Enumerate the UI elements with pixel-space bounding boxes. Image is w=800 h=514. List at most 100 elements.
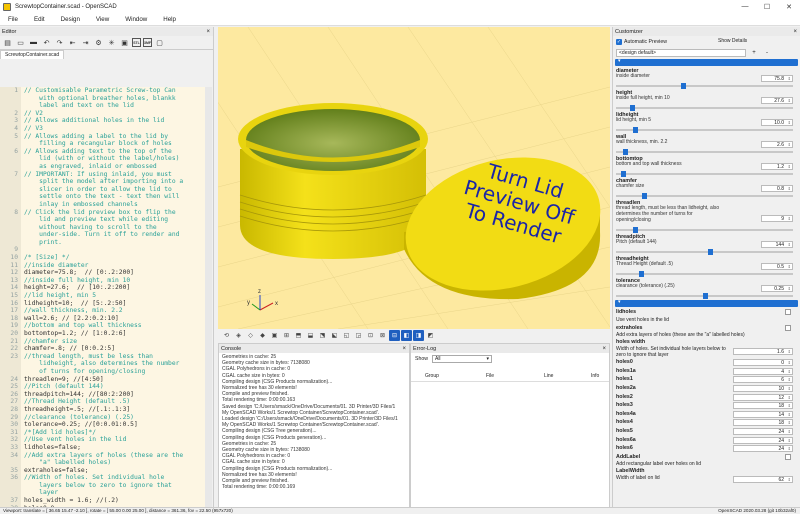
holes3-spinbox[interactable]: 18 — [733, 402, 793, 410]
close-icon[interactable]: × — [206, 29, 213, 35]
section-size-header[interactable] — [615, 58, 798, 66]
view-back-icon[interactable]: ◲ — [353, 330, 364, 341]
code-line[interactable]: 20 bottomtop=1.2; // [1:0.2:6] — [0, 330, 212, 338]
3d-viewport[interactable]: Turn Lid Preview Off To Render x z y — [218, 27, 610, 329]
close-icon[interactable]: ✕ — [778, 0, 800, 13]
code-line[interactable]: 36 //Width of holes. Set individual hole — [0, 474, 212, 482]
automatic-preview-checkbox[interactable]: ✓ — [616, 38, 622, 45]
code-line[interactable]: 6 // Allows adding text to the top of the — [0, 148, 212, 156]
code-line[interactable]: 2 // V2 — [0, 110, 212, 118]
preview-icon[interactable]: ⟲ — [221, 330, 232, 341]
error-filter-select[interactable]: All — [431, 355, 492, 363]
chamfer-spinbox[interactable]: 0.8 — [761, 185, 793, 192]
chamfer-slider[interactable] — [616, 193, 793, 199]
code-line[interactable]: layer — [0, 489, 212, 497]
holes2-spinbox[interactable]: 12 — [733, 393, 793, 401]
code-line[interactable]: 29 //clearance (tolerance) (.25) — [0, 414, 212, 422]
holes4-spinbox[interactable]: 18 — [733, 419, 793, 427]
close-icon[interactable]: × — [602, 346, 609, 352]
code-line[interactable]: 5 // Allows adding a label to the lid by — [0, 133, 212, 141]
zoom-in-icon[interactable]: ◆ — [257, 330, 268, 341]
tolerance-slider[interactable] — [616, 293, 793, 299]
send-to-printer-icon[interactable]: ▢ — [154, 37, 165, 48]
render-icon[interactable]: ◈ — [233, 330, 244, 341]
menu-help[interactable]: Help — [155, 16, 184, 23]
code-line[interactable]: 1 // Customisable Parametric Screw-top Ca… — [0, 87, 212, 95]
section-lid-holes-header[interactable] — [615, 299, 798, 307]
perspective-icon[interactable]: ⊟ — [389, 330, 400, 341]
menu-design[interactable]: Design — [53, 16, 88, 23]
show-details-select[interactable]: Show Details — [716, 37, 788, 45]
code-line[interactable]: 23 //thread length, must be less than — [0, 353, 212, 361]
code-line[interactable]: 33 lidholes=false; — [0, 444, 212, 452]
redo-icon[interactable]: ↷ — [54, 37, 65, 48]
minimize-icon[interactable]: — — [734, 0, 756, 13]
lidheight-slider[interactable] — [616, 127, 793, 133]
view-top-icon[interactable]: ⬓ — [305, 330, 316, 341]
threadheight-spinbox[interactable]: 0.5 — [761, 263, 793, 270]
code-line[interactable]: 28 threadheight=.5; //[.1:.1:3] — [0, 406, 212, 414]
export-icon[interactable]: ▣ — [119, 37, 130, 48]
code-line[interactable]: 16 lidheight=10; // [5:.2:50] — [0, 300, 212, 308]
holes1-spinbox[interactable]: 6 — [733, 376, 793, 384]
view-front-icon[interactable]: ◱ — [341, 330, 352, 341]
code-line[interactable]: 31 /*[Add lid holes]*/ — [0, 429, 212, 437]
threadlen-slider[interactable] — [616, 227, 793, 233]
code-line[interactable]: 11 //inside diameter — [0, 262, 212, 270]
wall-spinbox[interactable]: 2.6 — [761, 141, 793, 148]
zoom-out-icon[interactable]: ▣ — [269, 330, 280, 341]
code-line[interactable]: 14 height=27.6; // [10:.2:200] — [0, 284, 212, 292]
view-bottom-icon[interactable]: ⬔ — [317, 330, 328, 341]
code-line[interactable]: filling a recangular block of holes — [0, 140, 212, 148]
threadheight-slider[interactable] — [616, 271, 793, 277]
labelwidth-spinbox[interactable]: 62 — [733, 476, 793, 484]
save-icon[interactable]: ▬ — [28, 37, 39, 48]
reset-view-icon[interactable]: ⊞ — [281, 330, 292, 341]
addlabel-checkbox[interactable] — [785, 453, 791, 460]
code-line[interactable]: 21 //chamfer size — [0, 338, 212, 346]
code-line[interactable]: "a" labelled holes) — [0, 459, 212, 467]
holes2a-spinbox[interactable]: 10 — [733, 384, 793, 392]
height-slider[interactable] — [616, 105, 793, 111]
bottomtop-slider[interactable] — [616, 171, 793, 177]
code-line[interactable]: 18 wall=2.6; // [2.2:0.2:10] — [0, 315, 212, 323]
code-line[interactable]: 13 //inside full height, min 10 — [0, 277, 212, 285]
code-line[interactable]: 24 threadlen=9; //[4:50] — [0, 376, 212, 384]
lidholes-checkbox[interactable] — [785, 309, 791, 315]
code-line[interactable]: print. — [0, 239, 212, 247]
code-line[interactable]: 9 — [0, 246, 212, 254]
diameter-slider[interactable] — [616, 83, 793, 89]
code-line[interactable]: lid (with or without the label/holes) — [0, 155, 212, 163]
code-line[interactable]: inlay in embossed channels — [0, 201, 212, 209]
editor-scrollbar[interactable] — [205, 87, 212, 514]
remove-preset-button[interactable]: - — [762, 50, 772, 56]
close-icon[interactable]: × — [793, 29, 800, 35]
tab-screwtop-container[interactable]: ScrewtopContainer.scad — [0, 50, 65, 59]
view-center-icon[interactable]: ⊠ — [377, 330, 388, 341]
undo-icon[interactable]: ↶ — [41, 37, 52, 48]
export-stl-button[interactable]: STL — [132, 38, 141, 47]
holes5-spinbox[interactable]: 24 — [733, 427, 793, 435]
render-icon[interactable]: ✳ — [106, 37, 117, 48]
code-line[interactable]: 27 //Thread Height (default .5) — [0, 398, 212, 406]
code-line[interactable]: 12 diameter=75.8; // [0:.2:200] — [0, 269, 212, 277]
code-line[interactable]: lid and preview text while editing — [0, 216, 212, 224]
view-right-icon[interactable]: ⬒ — [293, 330, 304, 341]
extraholes-checkbox[interactable] — [785, 324, 791, 331]
export-3mf-button[interactable]: 3MF — [143, 38, 152, 47]
code-line[interactable]: 30 tolerance=0.25; //[0:0.01:0.5] — [0, 421, 212, 429]
code-line[interactable]: split the model after importing into a — [0, 178, 212, 186]
code-line[interactable]: with optional breather holes, blankk — [0, 95, 212, 103]
code-line[interactable]: 22 chamfer=.8; // [0:0.2:5] — [0, 345, 212, 353]
unindent-icon[interactable]: ⇤ — [67, 37, 78, 48]
holes0-spinbox[interactable]: 0 — [733, 359, 793, 367]
code-line[interactable]: label and text on the lid — [0, 102, 212, 110]
menu-file[interactable]: File — [0, 16, 26, 23]
code-line[interactable]: settle onto the text - text then will — [0, 193, 212, 201]
bottomtop-spinbox[interactable]: 1.2 — [761, 163, 793, 170]
holes6-spinbox[interactable]: 24 — [733, 445, 793, 453]
code-line[interactable]: 37 holes_width = 1.6; //(.2) — [0, 497, 212, 505]
code-line[interactable]: 26 threadpitch=144; //[80:2:200] — [0, 391, 212, 399]
threadpitch-slider[interactable] — [616, 249, 793, 255]
col-group[interactable]: Group — [425, 373, 439, 379]
